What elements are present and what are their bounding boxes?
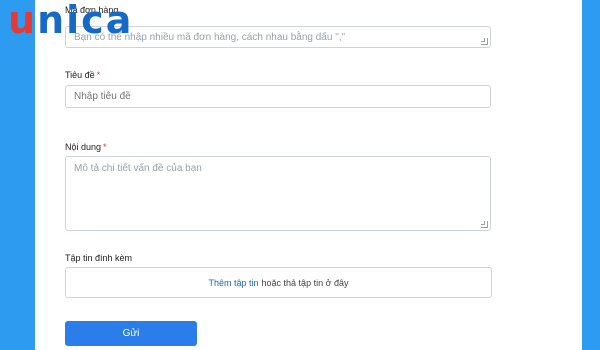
unica-logo: u n i c a <box>8 0 133 40</box>
required-mark: * <box>103 142 107 152</box>
logo-letter-a: a <box>105 0 134 42</box>
file-dropzone[interactable]: Thêm tập tin hoặc thả tập tin ở đây <box>65 267 492 298</box>
title-label: Tiêu đề * <box>65 70 101 80</box>
dropzone-hint: hoặc thả tập tin ở đây <box>261 277 349 288</box>
required-mark: * <box>96 70 101 80</box>
title-input[interactable] <box>65 85 491 108</box>
content-label: Nội dung * <box>65 142 107 152</box>
logo-letter-i: i <box>66 0 82 42</box>
content-textarea[interactable]: Mô tả chi tiết vấn đề của bạn <box>65 156 491 231</box>
attachment-label: Tập tin đính kèm <box>65 253 133 263</box>
logo-letter-c: c <box>81 0 106 42</box>
logo-letter-n: n <box>37 0 67 42</box>
logo-letter-u: u <box>8 0 38 42</box>
resize-grip-icon[interactable] <box>481 221 488 228</box>
content-placeholder: Mô tả chi tiết vấn đề của bạn <box>74 163 202 174</box>
add-file-link[interactable]: Thêm tập tin <box>209 278 259 288</box>
submit-button[interactable]: Gửi <box>65 321 197 346</box>
resize-grip-icon[interactable] <box>481 38 488 45</box>
